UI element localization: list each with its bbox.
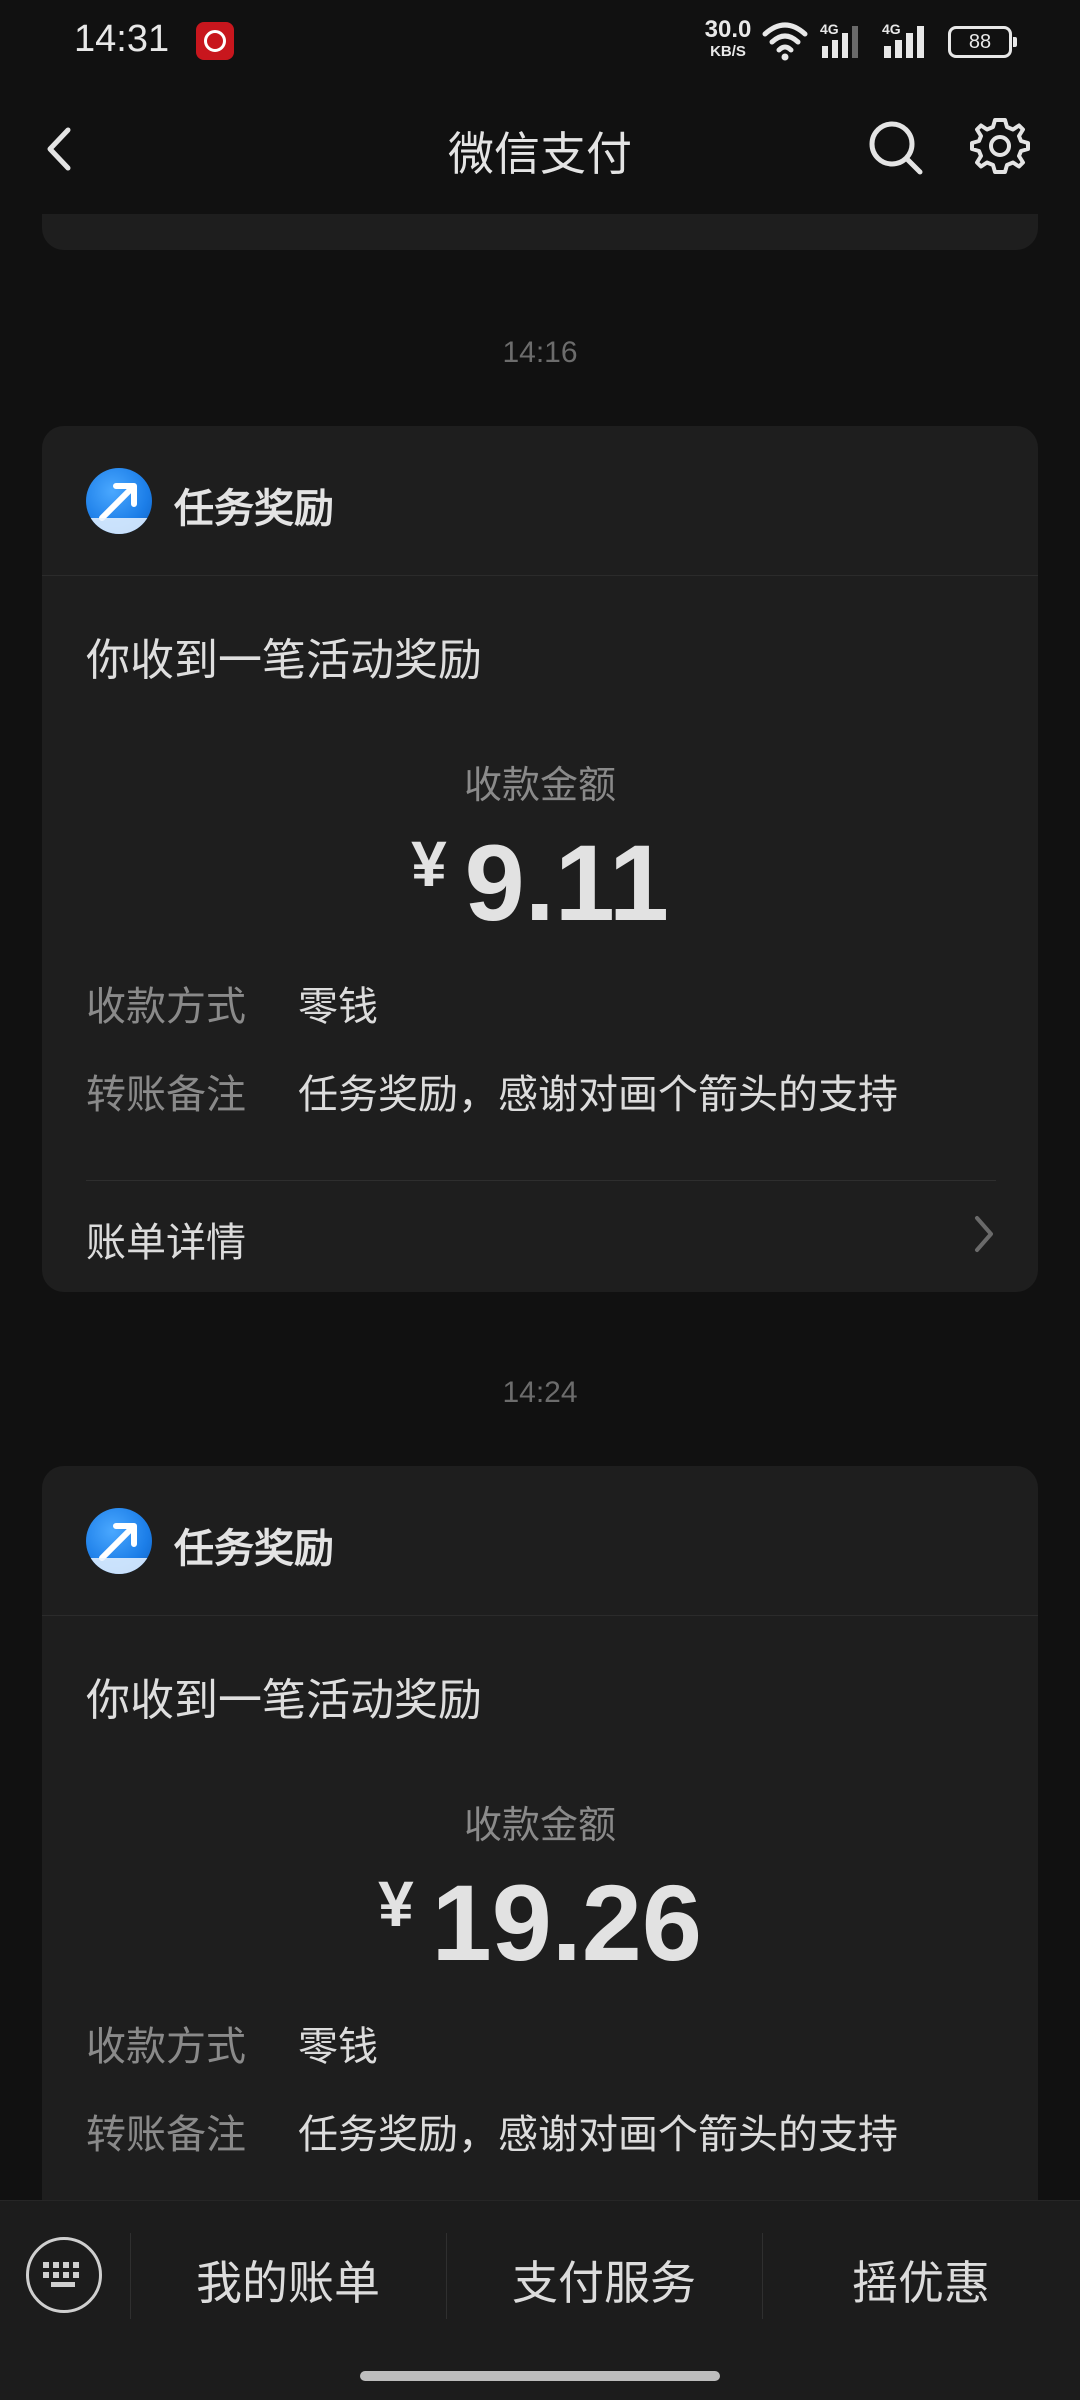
currency-symbol: ¥ xyxy=(411,828,447,900)
payment-notification-card[interactable]: 任务奖励 你收到一笔活动奖励 收款金额 ¥9.11 收款方式 零钱 转账备注 任务奖… xyxy=(42,426,1038,1292)
note-label: 转账备注 xyxy=(86,1072,246,1118)
payment-method-row: 收款方式 零钱 xyxy=(86,974,378,1032)
network-type-label-2: 4G xyxy=(882,21,901,37)
wifi-icon xyxy=(762,22,808,61)
payment-method-row: 收款方式 零钱 xyxy=(86,2014,378,2072)
arrow-icon xyxy=(86,1523,152,1574)
nav-bar: 微信支付 xyxy=(0,84,1080,214)
card-header: 任务奖励 xyxy=(42,1466,1038,1616)
method-value: 零钱 xyxy=(298,2024,378,2070)
method-label: 收款方式 xyxy=(86,2024,246,2070)
settings-icon[interactable] xyxy=(970,116,1030,176)
message-list[interactable]: 14:16 任务奖励 你收到一笔活动奖励 收款金额 ¥9.11 收款方式 零钱 转… xyxy=(0,214,1080,2200)
task-reward-avatar xyxy=(86,468,152,534)
home-indicator[interactable] xyxy=(360,2371,720,2381)
method-value: 零钱 xyxy=(298,984,378,1030)
card-message: 你收到一笔活动奖励 xyxy=(86,635,482,686)
note-value: 任务奖励，感谢对画个箭头的支持 xyxy=(298,2112,898,2158)
cellular-signal-icon-2: 4G xyxy=(882,21,924,58)
card-header: 任务奖励 xyxy=(42,426,1038,576)
message-timestamp: 14:16 xyxy=(502,336,578,369)
task-reward-avatar xyxy=(86,1508,152,1574)
bottom-menu: 我的账单 支付服务 摇优惠 xyxy=(0,2200,1080,2400)
menu-shake-deals[interactable]: 摇优惠 xyxy=(762,2247,1080,2313)
bill-detail-label: 账单详情 xyxy=(86,1220,246,1266)
bank-app-notification-icon xyxy=(196,22,234,60)
message-timestamp: 14:24 xyxy=(502,1376,578,1409)
bill-detail-link[interactable]: 账单详情 xyxy=(86,1180,996,1292)
card-header-title: 任务奖励 xyxy=(174,486,334,532)
status-bar: 14:31 30.0 KB/S 4G 4G 88 xyxy=(0,0,1080,84)
amount-value: 9.11 xyxy=(464,822,669,943)
transfer-note-row: 转账备注 任务奖励，感谢对画个箭头的支持 xyxy=(86,1062,898,1120)
battery-indicator: 88 xyxy=(948,26,1017,58)
search-icon[interactable] xyxy=(866,118,926,178)
note-label: 转账备注 xyxy=(86,2112,246,2158)
payment-notification-card[interactable]: 任务奖励 你收到一笔活动奖励 收款金额 ¥19.26 收款方式 零钱 转账备注 任务… xyxy=(42,1466,1038,2200)
chevron-right-icon xyxy=(975,1216,993,1252)
network-type-label: 4G xyxy=(820,21,839,37)
amount-label: 收款金额 xyxy=(463,763,616,807)
menu-my-bills[interactable]: 我的账单 xyxy=(130,2247,446,2313)
previous-card xyxy=(42,214,1038,250)
amount-label: 收款金额 xyxy=(463,1803,616,1847)
note-value: 任务奖励，感谢对画个箭头的支持 xyxy=(298,1072,898,1118)
keyboard-glyph xyxy=(43,2262,79,2287)
card-header-title: 任务奖励 xyxy=(174,1526,334,1572)
network-speed: 30.0 KB/S xyxy=(700,16,756,60)
transfer-note-row: 转账备注 任务奖励，感谢对画个箭头的支持 xyxy=(86,2102,898,2160)
status-time: 14:31 xyxy=(74,18,170,60)
amount: ¥9.11 xyxy=(42,820,1038,945)
card-message: 你收到一笔活动奖励 xyxy=(86,1675,482,1726)
method-label: 收款方式 xyxy=(86,984,246,1030)
network-speed-value: 30.0 xyxy=(704,16,752,43)
arrow-icon xyxy=(86,483,152,534)
menu-payment-services[interactable]: 支付服务 xyxy=(446,2247,762,2313)
amount: ¥19.26 xyxy=(42,1860,1038,1985)
amount-value: 19.26 xyxy=(431,1862,702,1983)
cellular-signal-icon: 4G xyxy=(820,21,858,58)
network-speed-unit: KB/S xyxy=(710,43,746,60)
currency-symbol: ¥ xyxy=(378,1868,414,1940)
keyboard-icon[interactable] xyxy=(26,2237,102,2313)
